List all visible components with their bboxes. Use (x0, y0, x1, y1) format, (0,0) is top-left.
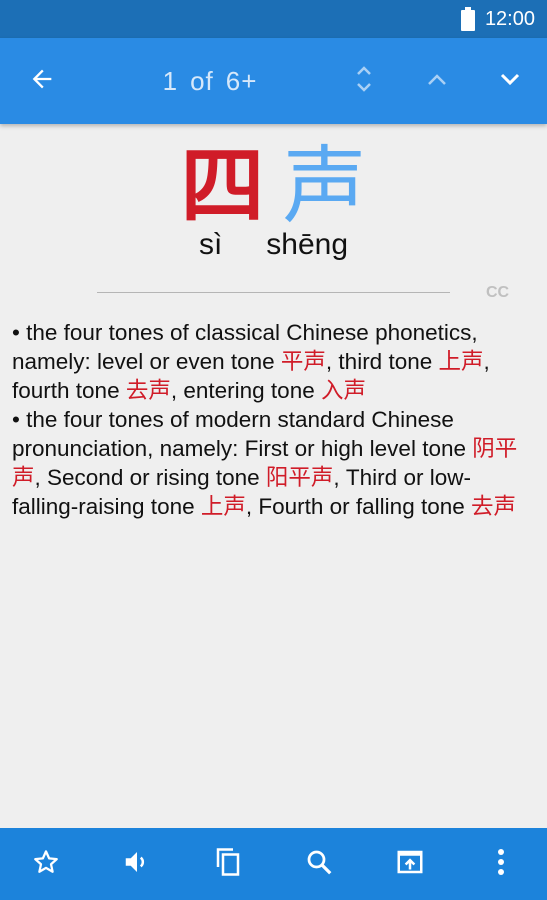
def2-link-2[interactable]: 阳平声 (266, 465, 334, 490)
share-button[interactable] (380, 834, 440, 894)
def1-text-2: , third tone (325, 349, 439, 374)
def1-link-4[interactable]: 入声 (321, 378, 366, 403)
expand-button[interactable] (332, 38, 396, 124)
headword: 四 声 (0, 136, 547, 236)
clock: 12:00 (484, 7, 535, 30)
next-button[interactable] (478, 38, 542, 124)
definition-sense-1: • the four tones of classical Chinese ph… (12, 318, 536, 405)
def2-text-1: • the four tones of modern standard Chin… (12, 407, 473, 461)
def2-link-3[interactable]: 上声 (201, 494, 246, 519)
app-bar: 1 of 6+ (0, 38, 547, 124)
speak-button[interactable] (107, 834, 167, 894)
status-bar: 12:00 (0, 0, 547, 38)
chevron-up-icon (424, 69, 450, 94)
battery-icon (460, 7, 475, 31)
counter-current: 1 (162, 65, 179, 96)
entry-content: 四 声 sì shēng CC • the four tones of clas… (0, 124, 547, 828)
def1-link-3[interactable]: 去声 (126, 378, 171, 403)
unfold-icon (351, 62, 377, 101)
def2-link-4[interactable]: 去声 (471, 494, 516, 519)
chevron-down-icon (497, 69, 523, 94)
headword-char-2[interactable]: 声 (277, 136, 373, 236)
result-counter: 1 of 6+ (140, 38, 280, 124)
headword-char-1[interactable]: 四 (175, 136, 271, 236)
source-label: CC (486, 284, 510, 301)
favorite-button[interactable] (16, 834, 76, 894)
copy-button[interactable] (198, 834, 258, 894)
counter-total: 6+ (225, 65, 258, 96)
bottom-toolbar (0, 828, 547, 900)
pinyin: sì shēng (0, 228, 547, 262)
definition-sense-2: • the four tones of modern standard Chin… (12, 405, 536, 521)
def1-link-1[interactable]: 平声 (281, 349, 326, 374)
def2-text-2: , Second or rising tone (34, 465, 266, 490)
search-button[interactable] (289, 834, 349, 894)
search-icon (304, 847, 334, 882)
star-outline-icon (31, 847, 61, 882)
pinyin-2: shēng (266, 228, 349, 261)
more-vertical-icon (496, 847, 506, 882)
volume-icon (121, 847, 153, 882)
def1-link-2[interactable]: 上声 (439, 349, 484, 374)
back-button[interactable] (10, 38, 74, 124)
definition-text: • the four tones of classical Chinese ph… (12, 318, 536, 521)
arrow-left-icon (28, 65, 56, 98)
counter-of: of (190, 65, 214, 96)
def2-text-4: , Fourth or falling tone (245, 494, 471, 519)
pinyin-1: sì (198, 228, 223, 261)
copy-icon (213, 845, 243, 884)
def1-text-4: , entering tone (170, 378, 321, 403)
divider (97, 292, 450, 293)
previous-button[interactable] (405, 38, 469, 124)
open-in-icon (394, 847, 426, 882)
more-button[interactable] (471, 834, 531, 894)
